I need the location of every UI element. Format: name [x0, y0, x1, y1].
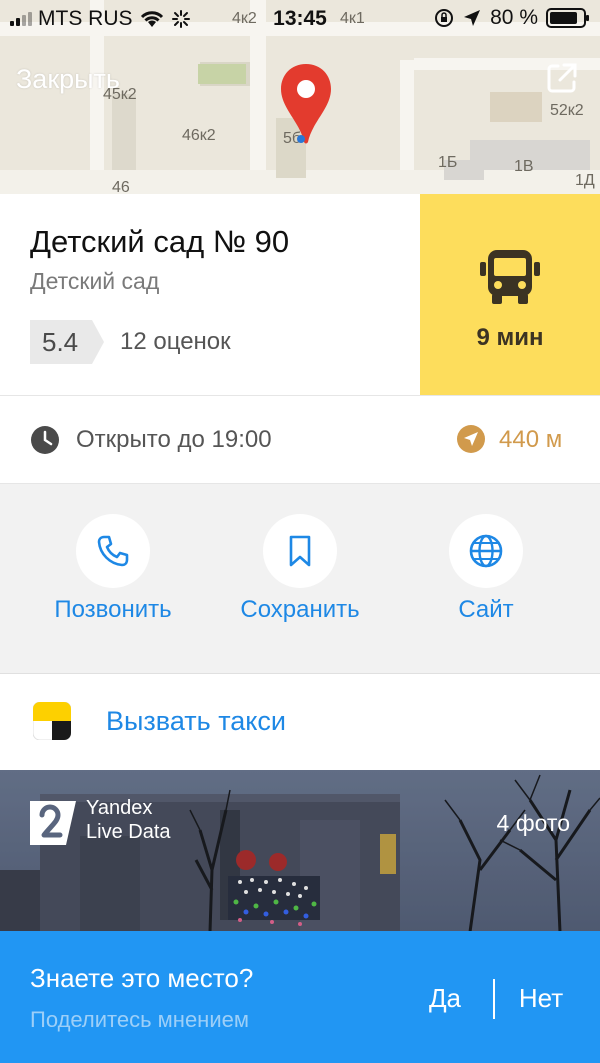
carrier-name: MTS RUS — [38, 7, 133, 30]
rating-value: 5.4 — [42, 327, 79, 357]
save-button-label: Сохранить — [240, 596, 360, 623]
actions-panel: Позвонить Сохранить Сайт — [0, 484, 600, 674]
call-button-label: Позвонить — [54, 596, 172, 623]
taxi-row[interactable]: Вызвать такси — [0, 674, 600, 770]
bus-icon — [480, 250, 540, 304]
place-photo — [0, 770, 600, 932]
route-time: 9 мин — [476, 324, 544, 351]
feedback-question: Знаете это место? — [30, 963, 254, 993]
map-house-label: 46к2 — [182, 127, 216, 144]
rating-count[interactable]: 12 оценок — [120, 328, 231, 356]
website-button-label: Сайт — [458, 596, 514, 623]
bookmark-icon — [289, 535, 311, 567]
feedback-divider — [493, 979, 495, 1019]
location-pin-icon — [281, 64, 331, 144]
yandex-live-data-logo-icon — [30, 801, 76, 845]
place-category: Детский сад — [30, 268, 160, 294]
status-bar: MTS RUS 13:45 80 % — [0, 0, 600, 38]
globe-icon — [469, 534, 503, 568]
feedback-banner: Знаете это место? Поделитесь мнением Да … — [0, 931, 600, 1063]
feedback-yes-button[interactable]: Да — [420, 983, 470, 1014]
photo-gallery[interactable]: Yandex Live Data 4 фото — [0, 770, 600, 932]
distance: 440 м — [499, 426, 563, 453]
website-button-circle — [449, 514, 523, 588]
battery-icon — [546, 8, 589, 28]
photo-count[interactable]: 4 фото — [480, 810, 570, 837]
share-icon[interactable] — [544, 60, 580, 96]
place-title: Детский сад № 90 — [30, 224, 290, 259]
clock-icon — [31, 426, 59, 454]
map-house-label: 1В — [514, 158, 534, 175]
feedback-hint: Поделитесь мнением — [30, 1007, 249, 1032]
map-house-label: 1Б — [438, 154, 458, 171]
live-data-brand: Yandex Live Data — [86, 796, 171, 844]
live-data-brand-line2: Live Data — [86, 821, 171, 843]
route-button[interactable]: 9 мин — [420, 194, 600, 395]
hours-row[interactable]: Открыто до 19:00 440 м — [0, 396, 600, 484]
opening-hours: Открыто до 19:00 — [76, 426, 272, 453]
location-services-icon — [464, 10, 481, 26]
close-button[interactable]: Закрыть — [16, 64, 120, 95]
call-taxi-link: Вызвать такси — [106, 706, 286, 736]
place-card: Детский сад № 90 Детский сад 5.4 12 оцен… — [0, 194, 600, 396]
save-button-circle — [263, 514, 337, 588]
call-button-circle — [76, 514, 150, 588]
map-house-label: 46 — [112, 179, 130, 194]
phone-icon — [97, 535, 129, 567]
feedback-no-button[interactable]: Нет — [510, 983, 572, 1014]
activity-spinner-icon — [171, 10, 190, 28]
orientation-lock-icon — [435, 9, 454, 27]
signal-strength-icon — [10, 12, 32, 26]
navigation-arrow-icon — [457, 425, 485, 453]
battery-percent: 80 % — [490, 6, 538, 29]
wifi-icon — [140, 11, 163, 27]
map-preview[interactable]: 45к2 46к2 46 4к2 4к1 52к2 1Б 1В 1Д 5б MT… — [0, 0, 600, 194]
map-house-label: 52к2 — [550, 102, 584, 119]
live-data-brand-line1: Yandex — [86, 797, 153, 819]
map-house-label: 1Д — [575, 172, 595, 189]
yandex-taxi-logo-icon — [33, 702, 71, 740]
